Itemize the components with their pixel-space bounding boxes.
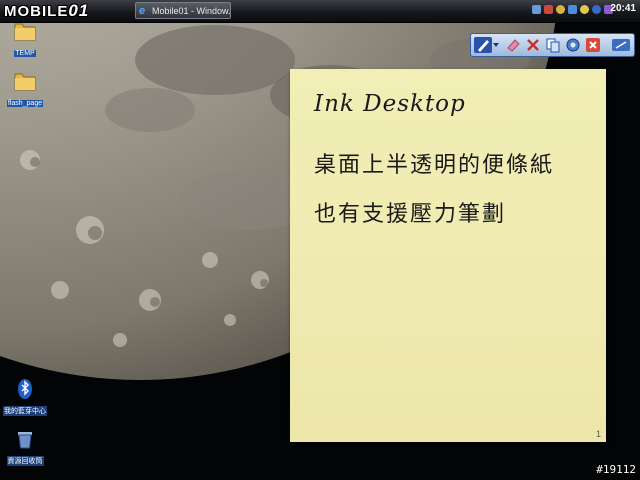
system-tray: 20:41 (530, 0, 640, 22)
note-page-number: 1 (595, 429, 601, 439)
desktop-icon-label: 資源回收筒 (6, 456, 44, 466)
eraser-icon[interactable] (505, 37, 521, 53)
settings-icon[interactable] (565, 37, 581, 53)
desktop-icon-label: flash_page (6, 100, 44, 107)
network-icon[interactable] (532, 5, 541, 14)
desktop-icon-recycle-bin[interactable]: 資源回收筒 (0, 428, 50, 468)
display-icon[interactable] (568, 5, 577, 14)
folder-icon (14, 73, 36, 91)
post-id-watermark: #19112 (596, 463, 636, 476)
delete-icon[interactable] (525, 37, 541, 53)
copy-icon[interactable] (545, 37, 561, 53)
taskbar: MOBILE01 e Mobile01 - Window... 20:41 (0, 0, 640, 23)
ink-text-line: 桌面上半透明的便條紙 (314, 153, 555, 178)
smiley-icon[interactable] (580, 5, 589, 14)
mobile01-logo: MOBILE01 (4, 1, 89, 21)
ink-text-line: 也有支援壓力筆劃 (314, 202, 507, 227)
dropdown-arrow-icon[interactable] (492, 37, 500, 53)
sticky-note[interactable]: Ink Desktop 桌面上半透明的便條紙 也有支援壓力筆劃 1 (290, 69, 606, 442)
taskbar-window-button[interactable]: e Mobile01 - Window... (135, 2, 231, 19)
recycle-bin-icon (18, 432, 32, 449)
ink-text-title: Ink Desktop (314, 91, 466, 117)
desktop-icon-flash-page[interactable]: flash_page (0, 70, 50, 110)
desktop-icon-label: TEMP (14, 50, 36, 57)
pen-icon[interactable] (474, 37, 492, 53)
desktop-icon-label: 我的藍芽中心 (3, 406, 47, 416)
close-icon[interactable] (585, 37, 601, 53)
clock[interactable]: 20:41 (610, 3, 636, 14)
logo-number-text: 01 (68, 1, 90, 20)
ink-toolbar (470, 33, 635, 57)
bluetooth-icon (18, 379, 32, 399)
messenger-icon[interactable] (556, 5, 565, 14)
folder-icon (14, 23, 36, 41)
logo-brand-text: MOBILE (4, 3, 69, 20)
desktop-icon-temp[interactable]: TEMP (0, 20, 50, 60)
internet-explorer-icon: e (139, 5, 146, 17)
desktop-icon-bluetooth[interactable]: 我的藍芽中心 (0, 378, 50, 418)
bluetooth-tray-icon[interactable] (592, 5, 601, 14)
tray-app-icon[interactable] (544, 5, 553, 14)
minimize-icon[interactable] (611, 37, 631, 53)
taskbar-window-label: Mobile01 - Window... (152, 6, 231, 16)
